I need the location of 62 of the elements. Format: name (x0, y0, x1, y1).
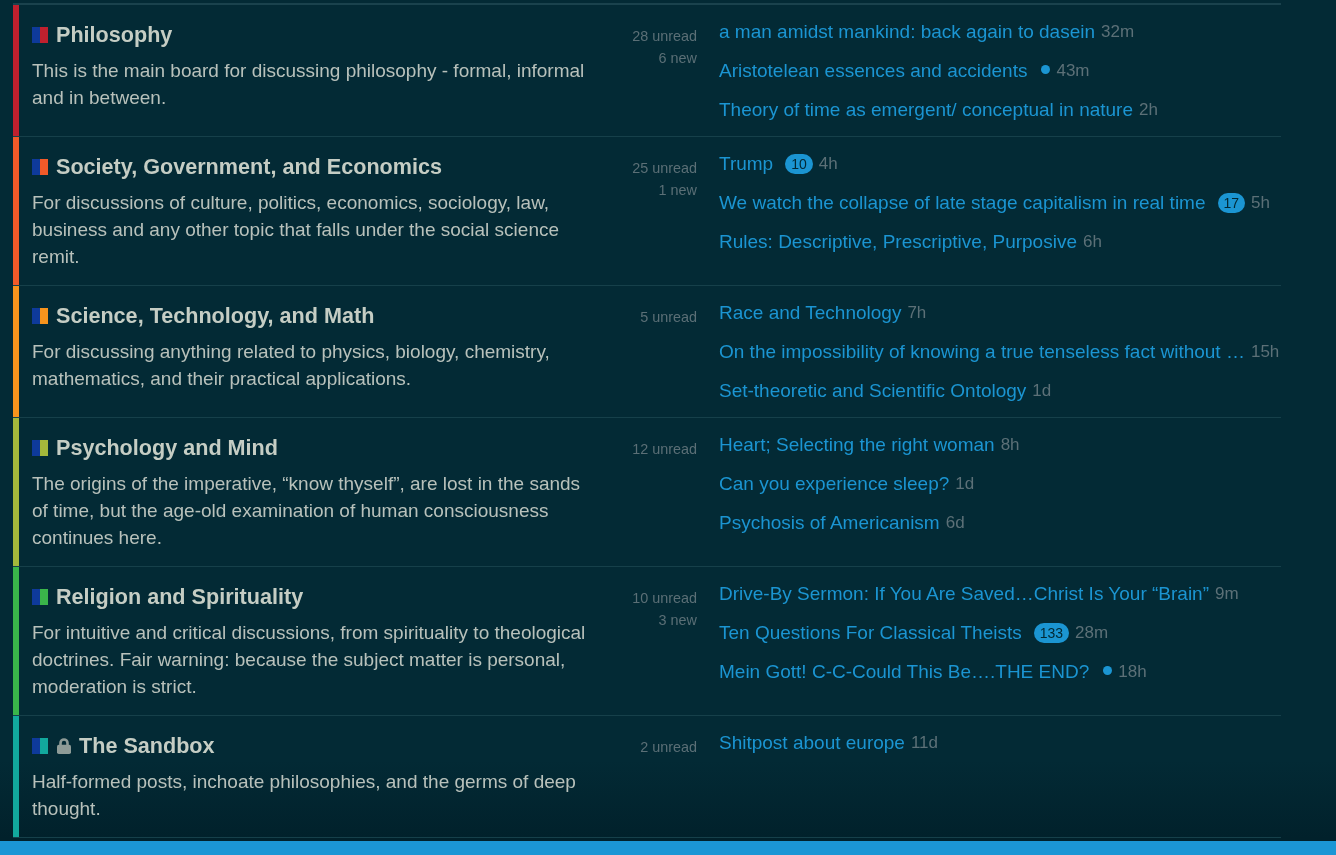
topic-link[interactable]: Can you experience sleep? (719, 470, 950, 497)
unread-count-label: 12 unread (632, 440, 697, 459)
unread-count-label: 28 unread (632, 27, 697, 46)
category-description: For intuitive and critical discussions, from spirituality to theological doctrines. Fair warning: because the subject matter is personal, moderation is strict. (32, 621, 587, 699)
unread-count-label: 10 unread (632, 589, 697, 608)
new-count-label: 6 new (658, 48, 697, 68)
category-title[interactable]: Psychology and Mind (56, 435, 278, 461)
topic-time: 6d (945, 512, 965, 534)
topic-link[interactable]: Mein Gott! C-C-Could This Be….THE END? (719, 658, 1090, 685)
category-title[interactable]: Philosophy (56, 22, 173, 48)
category-title[interactable]: Society, Government, and Economics (56, 154, 442, 180)
unread-count-label: 2 unread (640, 738, 697, 757)
unread-count-label: 25 unread (632, 159, 697, 178)
category-description: Half-formed posts, inchoate philosophies, and the germs of deep thought. (32, 770, 577, 821)
new-count-label: 1 new (658, 180, 697, 200)
topic-link[interactable]: Shitpost about europe (719, 729, 905, 756)
topic-link[interactable]: Ten Questions For Classical Theists (719, 619, 1022, 646)
topic-time: 5h (1251, 192, 1270, 214)
topic-time: 28m (1075, 622, 1109, 644)
category-title[interactable]: Religion and Spirituality (56, 584, 304, 610)
topic-time: 1d (1032, 380, 1052, 402)
category-description: For discussions of culture, politics, economics, sociology, law, business and any other topic that falls under the social science remit. (32, 191, 561, 269)
unread-count[interactable]: 133 (1033, 622, 1070, 643)
topic-time: 11d (910, 732, 939, 754)
category-description: For discussing anything related to physics, biology, chemistry, mathematics, and their practical applications. (32, 340, 551, 391)
topic-time: 9m (1215, 583, 1239, 605)
topic-time: 32m (1101, 21, 1135, 43)
topic-link[interactable]: Rules: Descriptive, Prescriptive, Purposive (719, 228, 1077, 255)
topic-link[interactable]: Psychosis of Americanism (719, 509, 940, 536)
unread-count-label: 5 unread (640, 308, 697, 327)
category-swatch-icon (32, 589, 48, 605)
category-description: This is the main board for discussing philosophy - formal, informal and in between. (32, 59, 586, 110)
topic-link[interactable]: Trump (719, 150, 774, 177)
category-swatch-icon (32, 308, 48, 324)
topic-link[interactable]: a man amidst mankind: back again to dasein (719, 18, 1095, 45)
topic-link[interactable]: Aristotelean essences and accidents (719, 57, 1028, 84)
topic-time: 18h (1118, 661, 1147, 683)
unread-count[interactable]: 10 (785, 153, 813, 174)
topic-link[interactable]: Drive-By Sermon: If You Are Saved…Christ Is Your “Brain” (719, 580, 1209, 607)
topic-time: 7h (907, 302, 927, 324)
topic-link[interactable]: On the impossibility of knowing a true tenseless fact without … (719, 338, 1245, 365)
category-description: The origins of the imperative, “know thyself”, are lost in the sands of time, but the age-old examination of human consciousness continues here. (32, 472, 582, 550)
category-swatch-icon (32, 27, 48, 43)
category-swatch-icon (32, 159, 48, 175)
topic-time: 4h (818, 153, 838, 175)
topic-link[interactable]: Heart; Selecting the right woman (719, 431, 995, 458)
topic-time: 2h (1139, 99, 1158, 121)
category-swatch-icon (32, 440, 48, 456)
topic-link[interactable]: Set-theoretic and Scientific Ontology (719, 377, 1027, 404)
topic-time: 15h (1250, 341, 1280, 363)
category-swatch-icon (32, 738, 48, 754)
category-title[interactable]: The Sandbox (79, 733, 215, 759)
topic-link[interactable]: We watch the collapse of late stage capitalism in real time (719, 189, 1206, 216)
topic-time: 8h (1000, 434, 1020, 456)
topic-time: 6h (1082, 231, 1102, 253)
new-count-label: 3 new (658, 610, 697, 630)
topic-link[interactable]: Race and Technology (719, 299, 902, 326)
topic-time: 1d (955, 473, 975, 495)
unread-count[interactable]: 17 (1217, 192, 1246, 213)
topic-link[interactable]: Theory of time as emergent/ conceptual in nature (719, 96, 1133, 123)
category-title[interactable]: Science, Technology, and Math (56, 303, 375, 329)
topic-time: 43m (1056, 60, 1090, 82)
